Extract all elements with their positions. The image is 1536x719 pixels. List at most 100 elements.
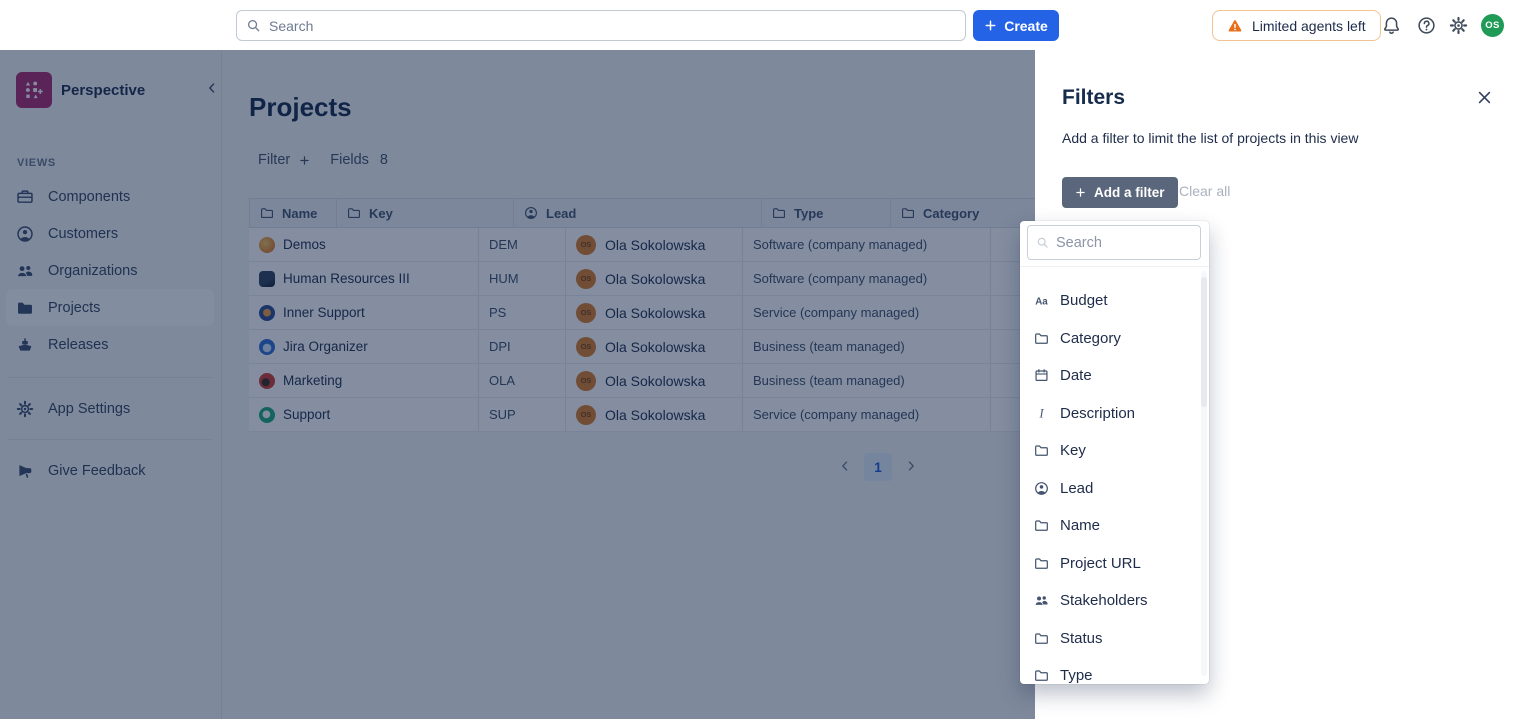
sidebar-item-components[interactable]: Components [6,178,214,215]
filter-option-lead[interactable]: Lead [1020,470,1209,508]
chevron-left-icon [205,81,219,95]
sidebar-item-give-feedback[interactable]: Give Feedback [6,452,214,489]
project-key-cell: PS [478,296,565,329]
projects-table: Name Key Lead Type [249,198,1119,432]
sidebar-item-app-settings[interactable]: App Settings [6,390,214,427]
text-icon [1034,293,1049,308]
column-header-label: Category [923,206,979,221]
chevron-left-icon [838,459,852,473]
sidebar-item-label: App Settings [48,401,130,417]
create-button[interactable]: Create [973,10,1059,41]
fields-button[interactable]: Fields 8 [330,152,388,168]
project-name-cell: Demos [249,228,478,261]
folder-icon [1034,518,1049,533]
global-search-input[interactable] [236,10,966,41]
person-icon [524,206,538,220]
filter-button[interactable]: Filter [258,152,310,168]
filter-option-description[interactable]: Description [1020,395,1209,433]
prev-page-button[interactable] [836,458,854,476]
warning-icon [1227,18,1243,34]
project-type-cell: Software (company managed) [742,228,990,261]
sidebar-item-releases[interactable]: Releases [6,326,214,363]
project-name-cell: Jira Organizer [249,330,478,363]
calendar-icon [1034,368,1049,383]
project-name: Demos [283,237,326,252]
project-name: Marketing [283,373,342,388]
current-page-button[interactable]: 1 [864,453,892,481]
plus-icon [1075,187,1086,198]
table-row[interactable]: Marketing OLA OS Ola Sokolowska Business… [249,364,1119,398]
project-name: Support [283,407,330,422]
filter-option-name[interactable]: Name [1020,507,1209,545]
table-header: Name Key Lead Type [249,199,1119,228]
fields-count: 8 [380,152,388,168]
table-row[interactable]: Demos DEM OS Ola Sokolowska Software (co… [249,228,1119,262]
lead-name: Ola Sokolowska [605,373,705,389]
folder-icon [772,206,786,220]
project-name-cell: Marketing [249,364,478,397]
table-row[interactable]: Inner Support PS OS Ola Sokolowska Servi… [249,296,1119,330]
lead-avatar: OS [576,235,596,255]
filter-option-stakeholders[interactable]: Stakeholders [1020,582,1209,620]
dropdown-search-input[interactable] [1028,226,1200,259]
project-icon [259,237,275,253]
project-lead-cell: OS Ola Sokolowska [565,262,742,295]
lead-avatar: OS [576,303,596,323]
sidebar-item-organizations[interactable]: Organizations [6,252,214,289]
sidebar-item-customers[interactable]: Customers [6,215,214,252]
close-panel-button[interactable] [1473,88,1495,110]
filter-option-type[interactable]: Type [1020,657,1209,684]
filter-option-label: Key [1060,442,1086,459]
global-search [236,10,966,41]
lead-name: Ola Sokolowska [605,237,705,253]
filter-option-date[interactable]: Date [1020,357,1209,395]
limited-agents-badge[interactable]: Limited agents left [1212,10,1381,41]
organizations-icon [16,262,34,280]
clear-all-button[interactable]: Clear all [1179,183,1230,199]
filter-option-status[interactable]: Status [1020,620,1209,658]
table-row[interactable]: Support SUP OS Ola Sokolowska Service (c… [249,398,1119,432]
user-avatar[interactable]: OS [1481,14,1504,37]
filter-option-category[interactable]: Category [1020,320,1209,358]
filter-option-label: Description [1060,405,1135,422]
project-icon [259,271,275,287]
table-row[interactable]: Jira Organizer DPI OS Ola Sokolowska Bus… [249,330,1119,364]
filter-option-project-url[interactable]: Project URL [1020,545,1209,583]
folder-icon [260,206,274,220]
folder-icon [901,206,915,220]
project-type-cell: Business (team managed) [742,364,990,397]
sidebar-divider [8,377,213,378]
column-header[interactable]: Lead [513,199,761,227]
column-header[interactable]: Category [890,199,979,227]
sidebar-collapse-button[interactable] [202,79,222,99]
column-header[interactable]: Key [336,199,513,227]
top-bar: Create Limited agents left OS [0,0,1536,50]
bell-icon [1382,16,1401,35]
dropdown-search [1027,225,1201,260]
projects-icon [16,299,34,317]
filters-panel-title: Filters [1062,86,1125,110]
lead-avatar: OS [576,337,596,357]
dropdown-scrollbar[interactable] [1201,271,1207,676]
sidebar-item-label: Components [48,189,130,205]
notifications-button[interactable] [1382,16,1401,35]
column-header[interactable]: Name [249,199,336,227]
settings-button[interactable] [1449,16,1468,35]
filter-option-key[interactable]: Key [1020,432,1209,470]
next-page-button[interactable] [902,458,920,476]
create-button-label: Create [1004,18,1048,34]
project-type-cell: Software (company managed) [742,262,990,295]
add-filter-button[interactable]: Add a filter [1062,177,1178,208]
column-header[interactable]: Type [761,199,890,227]
folder-icon [347,206,361,220]
help-button[interactable] [1417,16,1436,35]
table-row[interactable]: Human Resources III HUM OS Ola Sokolowsk… [249,262,1119,296]
project-lead-cell: OS Ola Sokolowska [565,228,742,261]
project-icon [259,373,275,389]
filter-option-budget[interactable]: Budget [1020,282,1209,320]
project-icon [259,305,275,321]
folder-icon [1034,631,1049,646]
components-icon [16,188,34,206]
sidebar-item-projects[interactable]: Projects [6,289,214,326]
lead-avatar: OS [576,405,596,425]
